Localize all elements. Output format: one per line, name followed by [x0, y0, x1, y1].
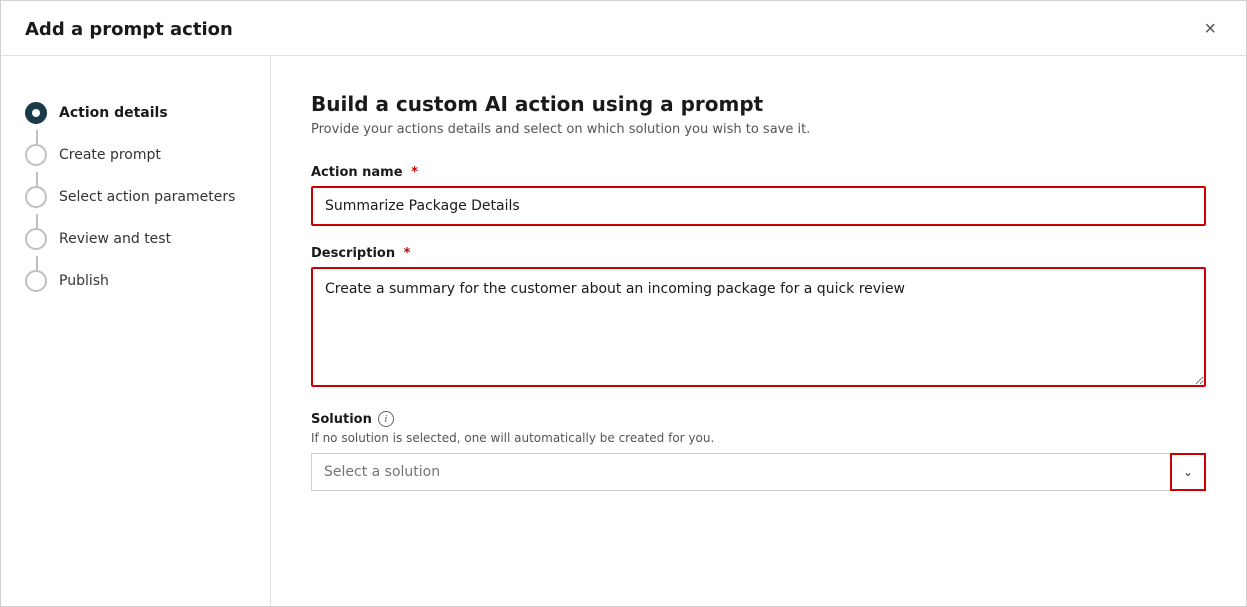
step-action-details[interactable]: Action details	[25, 92, 270, 134]
step-label-action-details: Action details	[59, 105, 168, 121]
solution-info-icon[interactable]: i	[378, 411, 394, 427]
dialog-title: Add a prompt action	[25, 19, 233, 40]
step-label-review-and-test: Review and test	[59, 231, 171, 247]
solution-label: Solution	[311, 412, 372, 427]
solution-hint: If no solution is selected, one will aut…	[311, 431, 1206, 445]
action-name-input[interactable]	[311, 186, 1206, 226]
close-button[interactable]: ×	[1198, 17, 1222, 41]
solution-select-input[interactable]	[311, 453, 1206, 491]
step-circle-review-and-test	[25, 228, 47, 250]
step-label-create-prompt: Create prompt	[59, 147, 161, 163]
add-prompt-action-dialog: Add a prompt action × Action details Cre…	[0, 0, 1247, 607]
action-name-label: Action name *	[311, 165, 1206, 180]
solution-select-wrapper: ⌄	[311, 453, 1206, 491]
step-circle-select-action-parameters	[25, 186, 47, 208]
dialog-header: Add a prompt action ×	[1, 1, 1246, 56]
page-title: Build a custom AI action using a prompt	[311, 92, 1206, 116]
solution-field-group: Solution i If no solution is selected, o…	[311, 411, 1206, 491]
step-circle-create-prompt	[25, 144, 47, 166]
description-textarea[interactable]: Create a summary for the customer about …	[311, 267, 1206, 387]
description-label: Description *	[311, 246, 1206, 261]
dialog-body: Action details Create prompt Select acti…	[1, 56, 1246, 606]
steps-sidebar: Action details Create prompt Select acti…	[1, 56, 271, 606]
step-label-select-action-parameters: Select action parameters	[59, 189, 235, 205]
step-circle-publish	[25, 270, 47, 292]
page-subtitle: Provide your actions details and select …	[311, 122, 1206, 137]
description-field-group: Description * Create a summary for the c…	[311, 246, 1206, 391]
description-required-star: *	[404, 246, 411, 261]
step-select-action-parameters[interactable]: Select action parameters	[25, 176, 270, 218]
step-label-publish: Publish	[59, 273, 109, 289]
action-name-field-group: Action name *	[311, 165, 1206, 226]
main-content-area: Build a custom AI action using a prompt …	[271, 56, 1246, 606]
step-review-and-test[interactable]: Review and test	[25, 218, 270, 260]
step-publish[interactable]: Publish	[25, 260, 270, 302]
step-circle-action-details	[25, 102, 47, 124]
action-name-required-star: *	[411, 165, 418, 180]
solution-label-row: Solution i	[311, 411, 1206, 427]
step-create-prompt[interactable]: Create prompt	[25, 134, 270, 176]
